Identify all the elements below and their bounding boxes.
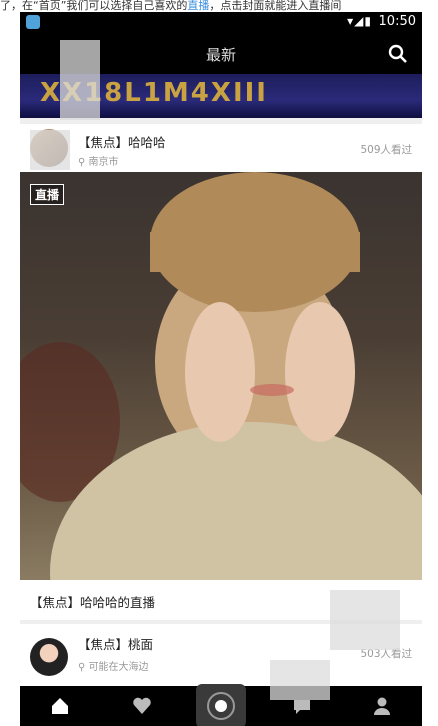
signal-battery-icons: ▾◢▮: [347, 14, 372, 28]
home-icon: [52, 698, 68, 714]
caption-text-before: 了，在“首页”我们可以选择自己喜欢的: [0, 0, 188, 12]
tab-profile[interactable]: [342, 686, 422, 726]
live-caption: 【焦点】哈哈哈的直播: [30, 595, 156, 610]
watermark-blur: [330, 590, 400, 650]
bottom-tab-bar: [20, 684, 422, 726]
tab-favorites[interactable]: [102, 686, 182, 726]
location-pin-icon: ⚲: [78, 662, 86, 673]
location-text: 可能在大海边: [88, 662, 149, 673]
live-cover-image[interactable]: 直播: [20, 172, 422, 580]
feed-item[interactable]: 【焦点】哈哈哈 ⚲ 南京市 509人看过: [20, 124, 422, 172]
location: ⚲ 南京市: [78, 153, 119, 168]
viewer-count: 509人看过: [360, 144, 412, 156]
avatar[interactable]: [30, 638, 68, 676]
streamer-photo: [20, 172, 422, 580]
heart-icon: [133, 697, 151, 714]
status-bar: ▾◢▮ 10:50: [20, 12, 422, 32]
live-camera-icon: [207, 692, 235, 720]
streamer-name: 【焦点】桃面: [78, 637, 154, 652]
profile-icon: [374, 697, 390, 715]
location-pin-icon: ⚲: [78, 157, 86, 168]
live-badge: 直播: [30, 184, 65, 205]
streamer-name: 【焦点】哈哈哈: [78, 135, 166, 150]
location: ⚲ 可能在大海边: [78, 658, 149, 673]
caption-text-after: ，点击封面就能进入直播间: [209, 0, 342, 12]
watermark-blur: [60, 40, 100, 120]
search-icon[interactable]: [388, 44, 408, 64]
location-text: 南京市: [88, 157, 119, 168]
caption-link[interactable]: 直播: [187, 0, 209, 12]
start-live-button[interactable]: [196, 684, 246, 726]
app-notification-icon: [26, 15, 40, 29]
status-time: 10:50: [378, 14, 416, 29]
tab-home[interactable]: [20, 686, 100, 726]
watermark-blur: [30, 130, 70, 170]
watermark-blur: [270, 660, 330, 700]
